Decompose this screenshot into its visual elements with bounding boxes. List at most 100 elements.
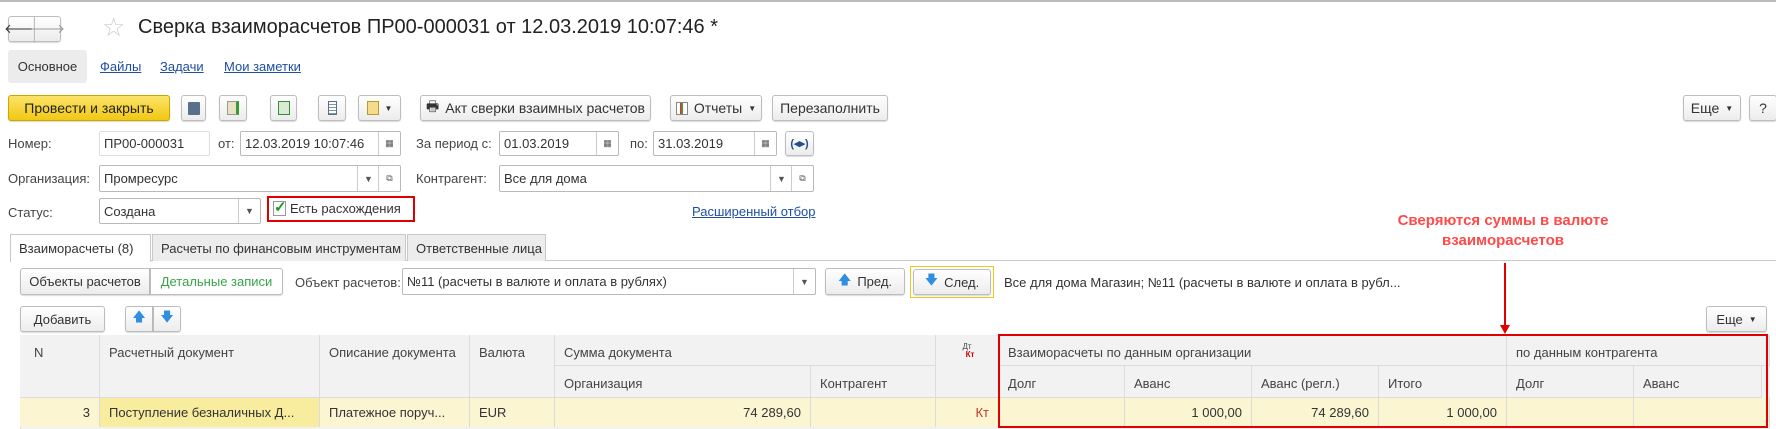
period-to-value: 31.03.2019: [658, 136, 724, 151]
open-icon[interactable]: ⧉: [791, 166, 813, 191]
add-button[interactable]: Добавить: [20, 306, 105, 332]
arrow-head-icon: [1500, 325, 1510, 334]
period-from-value: 01.03.2019: [504, 136, 570, 151]
number-label: Номер:: [8, 136, 52, 151]
tab-settlements[interactable]: Взаиморасчеты (8): [10, 234, 151, 262]
org-field[interactable]: Промресурс ▼ ⧉: [99, 165, 401, 192]
tab-files[interactable]: Файлы: [100, 59, 141, 74]
post-button[interactable]: [219, 95, 247, 121]
chevron-down-icon[interactable]: ▼: [357, 166, 379, 191]
col-sum-group: Сумма документа: [555, 335, 936, 366]
move-down-button[interactable]: 🡇: [153, 306, 181, 332]
structure-button[interactable]: ▼: [358, 95, 401, 121]
more-label: Еще: [1690, 100, 1720, 116]
arrow-down-icon: 🡇: [924, 272, 939, 287]
cell-desc[interactable]: Платежное поруч...: [320, 398, 470, 427]
reports-button[interactable]: Отчеты ▼: [670, 95, 762, 121]
col-sum-org[interactable]: Организация: [555, 366, 811, 398]
move-up-button[interactable]: 🡅: [125, 306, 153, 332]
tab-tasks[interactable]: Задачи: [160, 59, 204, 74]
period-from-field[interactable]: 01.03.2019 ▦: [499, 131, 619, 156]
tab-responsible[interactable]: Ответственные лица: [407, 234, 546, 261]
help-button[interactable]: ?: [1749, 95, 1776, 121]
number-value: ПР00-000031: [104, 136, 185, 151]
report-icon: [675, 101, 688, 115]
table-more-button[interactable]: Еще ▼: [1706, 306, 1767, 332]
act-label: Акт сверки взаимных расчетов: [445, 100, 645, 116]
post-and-close-button[interactable]: Провести и закрыть: [8, 95, 170, 121]
col-currency[interactable]: Валюта: [470, 335, 555, 398]
list-button[interactable]: [318, 95, 346, 121]
col-desc[interactable]: Описание документа: [320, 335, 470, 398]
table-more-label: Еще: [1716, 311, 1743, 327]
chevron-down-icon: ▼: [384, 103, 393, 113]
number-field[interactable]: ПР00-000031: [99, 131, 210, 156]
cell-n: 3: [20, 398, 100, 427]
annotation-line2: взаиморасчетов: [1442, 232, 1564, 249]
contractor-value: Все для дома: [504, 171, 587, 186]
save-button[interactable]: [181, 95, 206, 121]
period-to-field[interactable]: 31.03.2019 ▦: [653, 131, 777, 156]
date-field[interactable]: 12.03.2019 10:07:46 ▦: [240, 131, 401, 156]
chevron-down-icon: ▼: [1748, 314, 1757, 324]
object-field[interactable]: №11 (расчеты в валюте и оплата в рублях)…: [402, 268, 816, 295]
cell-sum-contr[interactable]: [811, 398, 936, 427]
cell-dtkt[interactable]: Кт: [936, 398, 999, 427]
structure-icon: [366, 101, 379, 115]
cell-currency[interactable]: EUR: [470, 398, 555, 427]
object-value: №11 (расчеты в валюте и оплата в рублях): [407, 274, 667, 289]
advanced-filter-link[interactable]: Расширенный отбор: [692, 204, 816, 219]
objects-button[interactable]: Объекты расчетов: [20, 268, 150, 295]
calendar-icon[interactable]: ▦: [596, 132, 618, 155]
discrepancy-label: Есть расхождения: [290, 201, 401, 216]
org-label: Организация:: [8, 171, 91, 186]
star-icon[interactable]: ☆: [102, 12, 125, 43]
tab-notes[interactable]: Мои заметки: [224, 59, 301, 74]
cell-sum-org[interactable]: 74 289,60: [555, 398, 811, 427]
post-doc-icon: [227, 101, 239, 115]
org-value: Промресурс: [104, 171, 178, 186]
act-reconciliation-button[interactable]: 🖶 Акт сверки взаимных расчетов: [420, 95, 651, 121]
prev-label: Пред.: [857, 274, 893, 289]
more-button[interactable]: Еще ▼: [1683, 95, 1741, 121]
details-button[interactable]: Детальные записи: [150, 268, 283, 295]
annotation-arrow: [1504, 263, 1506, 327]
discrepancy-checkbox[interactable]: ✓ Есть расхождения: [273, 199, 401, 216]
chevron-down-icon[interactable]: ▼: [238, 199, 260, 223]
checkbox-checked-icon: ✓: [273, 199, 287, 216]
period-from-label: За период с:: [416, 136, 492, 151]
open-icon[interactable]: ⧉: [378, 166, 400, 191]
object-summary: Все для дома Магазин; №11 (расчеты в вал…: [1004, 275, 1401, 290]
col-sum-contr[interactable]: Контрагент: [811, 366, 936, 398]
floppy-icon: [187, 101, 200, 115]
contractor-field[interactable]: Все для дома ▼ ⧉: [499, 165, 814, 192]
list-icon: [327, 101, 337, 115]
next-button[interactable]: 🡇 След.: [913, 269, 991, 295]
printer-icon: 🖶: [426, 98, 440, 114]
prev-button[interactable]: 🡅 Пред.: [825, 268, 905, 295]
arrow-up-icon: 🡅: [837, 271, 852, 287]
col-n[interactable]: N: [20, 335, 100, 398]
status-field[interactable]: Создана ▼: [99, 198, 261, 224]
period-select-button[interactable]: (◂▸): [785, 131, 814, 156]
comparison-highlight: [998, 334, 1768, 428]
contractor-label: Контрагент:: [416, 171, 487, 186]
date-label: от:: [218, 136, 235, 151]
refill-button[interactable]: Перезаполнить: [772, 95, 888, 121]
reports-label: Отчеты: [693, 100, 743, 116]
copy-button[interactable]: [270, 95, 297, 121]
chevron-down-icon[interactable]: ▼: [793, 269, 815, 294]
chevron-down-icon[interactable]: ▼: [770, 166, 792, 191]
status-label: Статус:: [8, 205, 53, 220]
col-dtkt[interactable]: Дт Кт: [936, 335, 999, 398]
page-title: Сверка взаиморасчетов ПР00-000031 от 12.…: [138, 16, 718, 38]
calendar-icon[interactable]: ▦: [754, 132, 776, 155]
cell-doc[interactable]: Поступление безналичных Д...: [100, 398, 320, 427]
col-doc[interactable]: Расчетный документ: [100, 335, 320, 398]
copy-doc-icon: [277, 101, 290, 115]
tab-financial-instruments[interactable]: Расчеты по финансовым инструментам: [152, 234, 406, 261]
forward-button[interactable]: 🡒: [30, 16, 65, 42]
date-value: 12.03.2019 10:07:46: [245, 136, 365, 151]
calendar-icon[interactable]: ▦: [378, 132, 400, 155]
tab-main[interactable]: Основное: [8, 50, 87, 83]
